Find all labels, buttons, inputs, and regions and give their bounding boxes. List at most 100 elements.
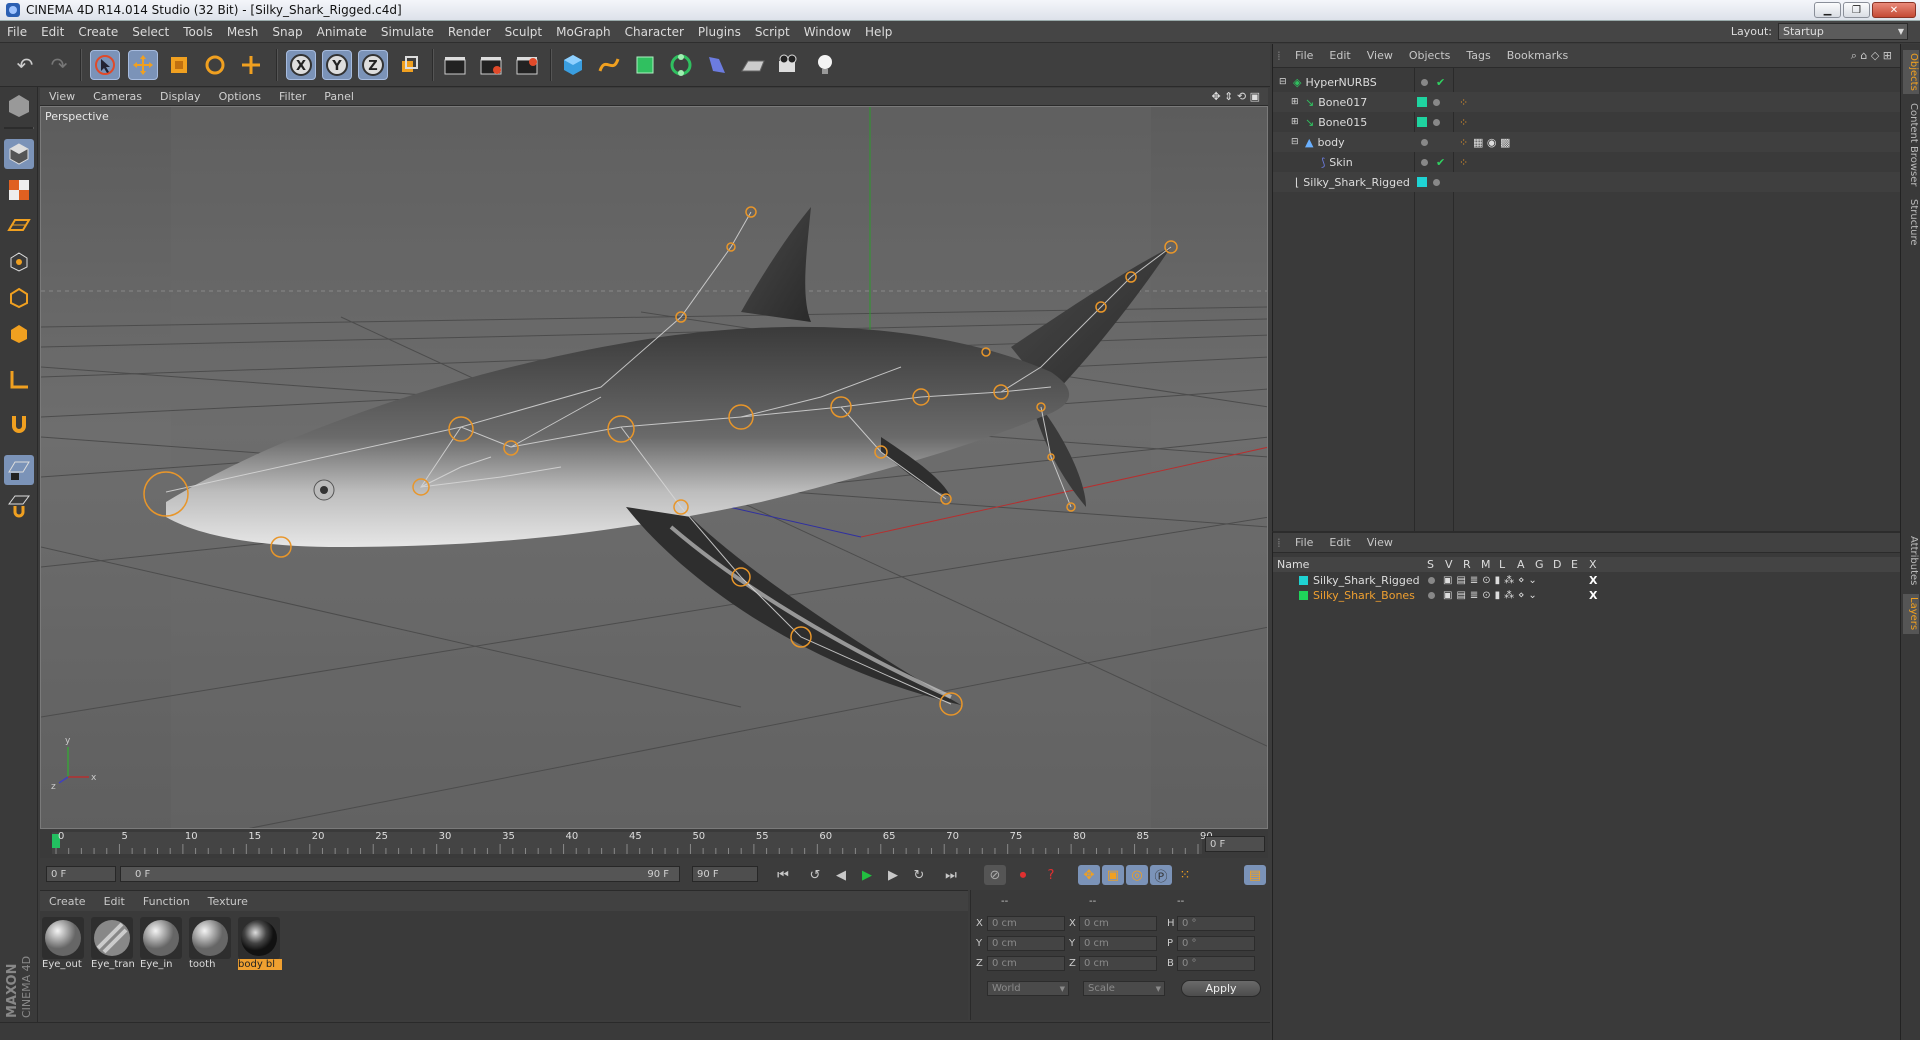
ik-tag-icon[interactable]: ⁘: [1459, 116, 1468, 129]
visibility-dots[interactable]: [1433, 116, 1440, 129]
render-picture-viewer-button[interactable]: [476, 50, 506, 80]
axis-mode-button[interactable]: [4, 365, 34, 395]
objects-menu-tags[interactable]: Tags: [1458, 49, 1498, 62]
viewport-menu-view[interactable]: View: [40, 90, 84, 103]
material-menu-function[interactable]: Function: [134, 895, 199, 908]
key-rotation-button[interactable]: ◎: [1126, 865, 1148, 885]
xref-icon[interactable]: X: [1589, 574, 1597, 587]
points-mode-button[interactable]: [4, 247, 34, 277]
object-row-bone015[interactable]: ⊞ ↘ Bone015 ⁘: [1273, 112, 1901, 132]
layer-row-silky-shark-rigged[interactable]: Silky_Shark_Rigged ▣▤≣⊙▮⁂⋄⌄ X: [1273, 573, 1901, 588]
coordinate-space-select[interactable]: World ▼: [987, 981, 1069, 996]
viewport-menu-filter[interactable]: Filter: [270, 90, 315, 103]
texture-mode-button[interactable]: [4, 175, 34, 205]
menu-tools[interactable]: Tools: [176, 25, 220, 39]
objects-menu-view[interactable]: View: [1359, 49, 1401, 62]
autokey-button[interactable]: ?: [1040, 865, 1062, 885]
pos-y-field[interactable]: 0 cm: [987, 936, 1065, 951]
material-menu-texture[interactable]: Texture: [199, 895, 257, 908]
viewport-menu-cameras[interactable]: Cameras: [84, 90, 151, 103]
visibility-dots[interactable]: [1421, 76, 1428, 89]
material-swatch[interactable]: Eye_in: [140, 917, 182, 973]
pos-x-field[interactable]: 0 cm: [987, 916, 1065, 931]
material-swatch[interactable]: Eye_tran: [91, 917, 135, 973]
viewport-menu-panel[interactable]: Panel: [315, 90, 363, 103]
3d-viewport[interactable]: y x z Perspective: [40, 106, 1268, 829]
grid-snap-button[interactable]: [4, 491, 34, 521]
objects-menu-objects[interactable]: Objects: [1401, 49, 1459, 62]
next-key-button[interactable]: ↻: [908, 865, 930, 885]
ik-tag-icon[interactable]: ⁘: [1459, 96, 1468, 109]
visibility-dots[interactable]: [1433, 96, 1440, 109]
rot-b-field[interactable]: 0 °: [1177, 956, 1255, 971]
enabled-check-icon[interactable]: ✔: [1436, 156, 1445, 169]
go-to-end-button[interactable]: ⏭: [940, 865, 962, 885]
menu-file[interactable]: File: [0, 25, 34, 39]
material-menu-create[interactable]: Create: [40, 895, 95, 908]
menu-create[interactable]: Create: [71, 25, 125, 39]
menu-edit[interactable]: Edit: [34, 25, 71, 39]
z-axis-lock-button[interactable]: Z: [358, 50, 388, 80]
expand-toggle-icon[interactable]: ⊞: [1291, 97, 1301, 107]
add-nurbs-button[interactable]: [630, 50, 660, 80]
layer-flag-icons[interactable]: ▣▤≣⊙▮⁂⋄⌄: [1443, 575, 1541, 586]
rotate-tool-button[interactable]: [200, 50, 230, 80]
record-active-button[interactable]: ⏺: [1012, 865, 1034, 885]
workplane-mode-button[interactable]: [4, 211, 34, 241]
previous-key-button[interactable]: ↺: [804, 865, 826, 885]
size-y-field[interactable]: 0 cm: [1079, 936, 1157, 951]
workplane-lock-button[interactable]: [4, 455, 34, 485]
model-mode-button[interactable]: [4, 139, 34, 169]
frame-range-slider[interactable]: 0 F 90 F: [120, 866, 680, 882]
object-manager-tool-icons[interactable]: ⌕ ⌂ ◇ ⊞: [1851, 49, 1892, 63]
visibility-dots[interactable]: [1421, 156, 1428, 169]
menu-simulate[interactable]: Simulate: [374, 25, 441, 39]
viewport-menu-options[interactable]: Options: [210, 90, 270, 103]
polygons-mode-button[interactable]: [4, 319, 34, 349]
restore-button[interactable]: ❐: [1843, 2, 1870, 18]
objects-menu-edit[interactable]: Edit: [1321, 49, 1358, 62]
key-scale-button[interactable]: ▣: [1102, 865, 1124, 885]
objects-menu-bookmarks[interactable]: Bookmarks: [1499, 49, 1576, 62]
rot-p-field[interactable]: 0 °: [1177, 936, 1255, 951]
layers-menu-file[interactable]: File: [1287, 536, 1321, 549]
object-row-bone017[interactable]: ⊞ ↘ Bone017 ⁘: [1273, 92, 1901, 112]
visibility-dots[interactable]: [1421, 136, 1428, 149]
timeline-window-button[interactable]: ▤: [1244, 865, 1266, 885]
add-floor-button[interactable]: [738, 50, 768, 80]
undo-button[interactable]: ↶: [10, 50, 40, 80]
visibility-dots[interactable]: [1433, 176, 1440, 189]
menu-script[interactable]: Script: [748, 25, 797, 39]
end-frame-field[interactable]: 90 F: [692, 866, 758, 882]
key-parameter-button[interactable]: Ⓟ: [1150, 865, 1172, 885]
next-frame-button[interactable]: ▶: [882, 865, 904, 885]
previous-frame-button[interactable]: ◀: [830, 865, 852, 885]
move-tool-button[interactable]: [128, 50, 158, 80]
render-view-button[interactable]: [440, 50, 470, 80]
object-row-body[interactable]: ⊟ ▲ body ⁘ ▦ ◉ ▩: [1273, 132, 1901, 152]
layout-select[interactable]: Startup ▼: [1778, 23, 1908, 40]
rot-h-field[interactable]: 0 °: [1177, 916, 1255, 931]
object-row-skin[interactable]: ⟆ Skin ✔ ⁘: [1273, 152, 1901, 172]
xref-icon[interactable]: X: [1589, 589, 1597, 602]
menu-window[interactable]: Window: [797, 25, 858, 39]
record-keys-button[interactable]: ⊘: [984, 865, 1006, 885]
scale-tool-button[interactable]: [164, 50, 194, 80]
tab-layers[interactable]: Layers: [1903, 594, 1919, 634]
add-light-button[interactable]: [810, 50, 840, 80]
size-x-field[interactable]: 0 cm: [1079, 916, 1157, 931]
objects-menu-file[interactable]: File: [1287, 49, 1321, 62]
go-to-start-button[interactable]: ⏮: [772, 865, 794, 885]
menu-mograph[interactable]: MoGraph: [549, 25, 618, 39]
key-pla-button[interactable]: ⁙: [1174, 865, 1196, 885]
transform-tool-button[interactable]: [236, 50, 266, 80]
object-row-hypernurbs[interactable]: ⊟ ◈ HyperNURBS ✔: [1273, 72, 1901, 92]
key-position-button[interactable]: ✥: [1078, 865, 1100, 885]
live-selection-button[interactable]: [90, 50, 120, 80]
menu-character[interactable]: Character: [618, 25, 691, 39]
menu-mesh[interactable]: Mesh: [220, 25, 266, 39]
add-cube-button[interactable]: [558, 50, 588, 80]
x-axis-lock-button[interactable]: X: [286, 50, 316, 80]
tab-objects[interactable]: Objects: [1903, 50, 1919, 94]
edges-mode-button[interactable]: [4, 283, 34, 313]
